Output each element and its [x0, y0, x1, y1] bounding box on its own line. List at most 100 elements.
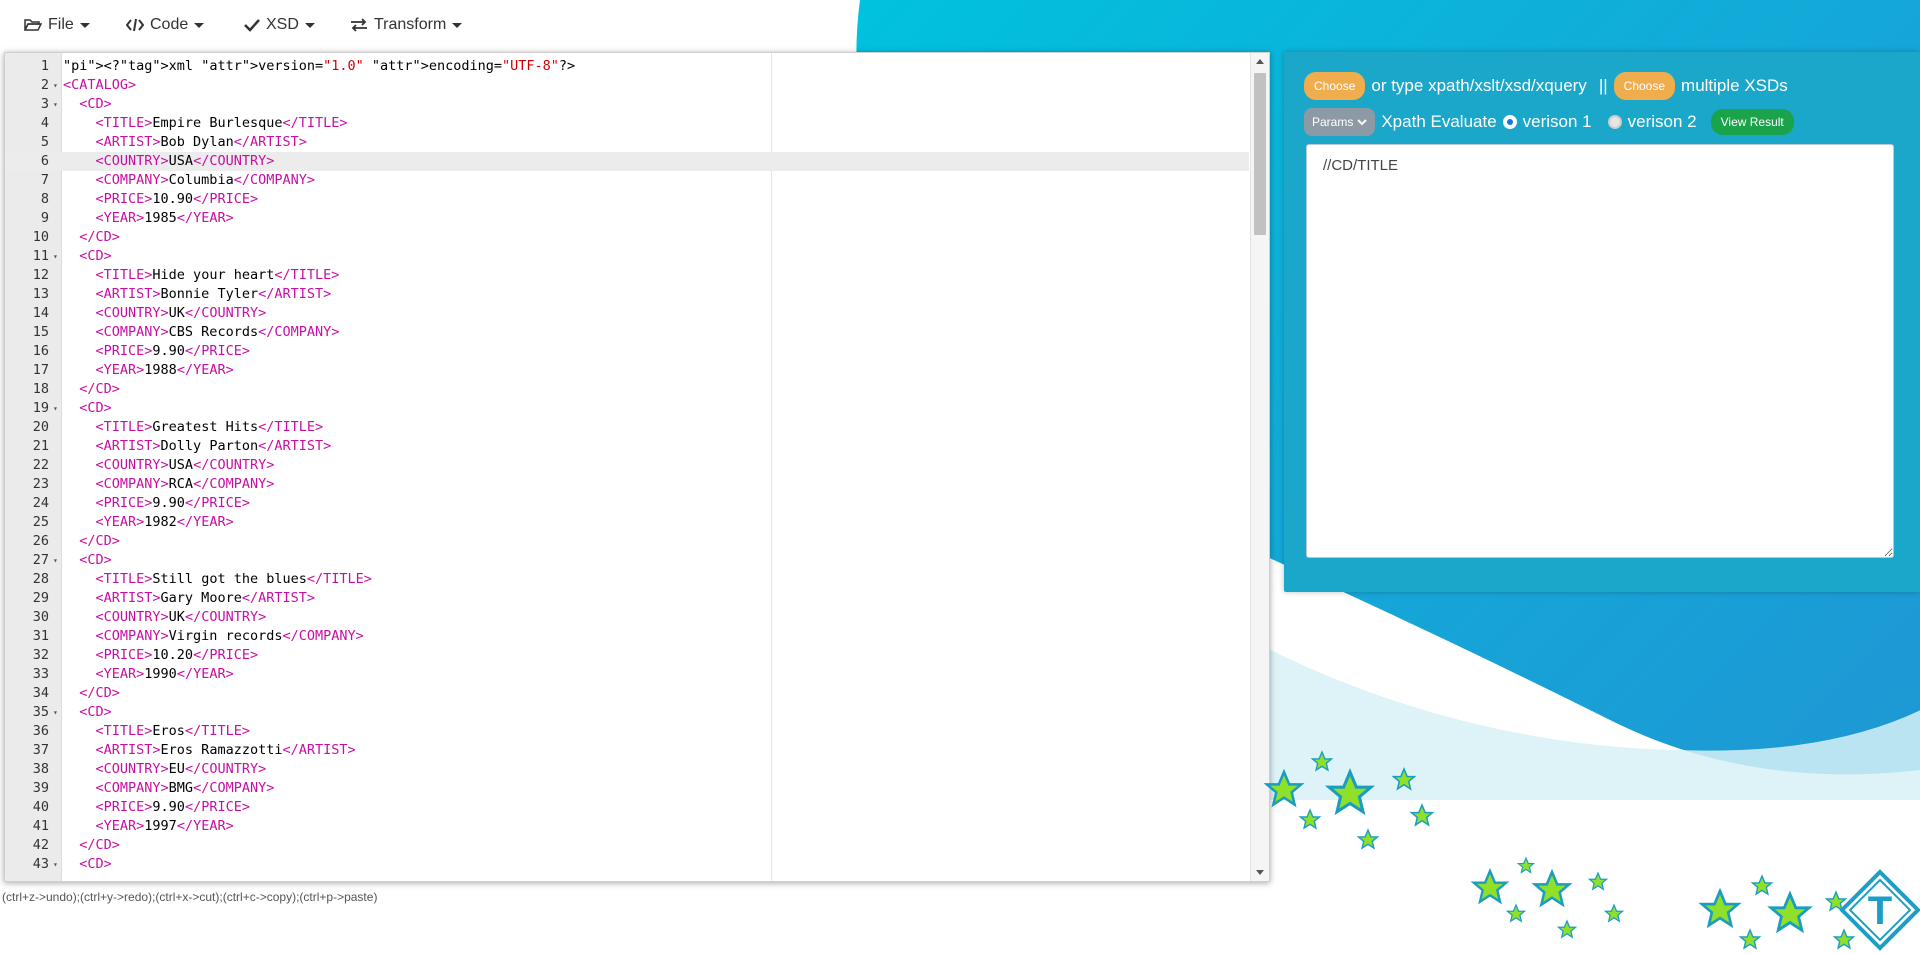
chevron-down-icon	[194, 22, 205, 28]
code-line[interactable]: 17 <YEAR>1988</YEAR>	[5, 361, 1249, 380]
code-line[interactable]: 4 <TITLE>Empire Burlesque</TITLE>	[5, 114, 1249, 133]
code-line[interactable]: 34 </CD>	[5, 684, 1249, 703]
code-line[interactable]: 10 </CD>	[5, 228, 1249, 247]
code-line[interactable]: 25 <YEAR>1982</YEAR>	[5, 513, 1249, 532]
line-number: 20	[32, 419, 49, 435]
code-line[interactable]: 20 <TITLE>Greatest Hits</TITLE>	[5, 418, 1249, 437]
fold-arrow-icon[interactable]: ▾	[53, 76, 58, 95]
query-source-row: Choose or type xpath/xslt/xsd/xquery || …	[1304, 72, 1788, 100]
code-line[interactable]: 42 </CD>	[5, 836, 1249, 855]
code-text: <TITLE>Empire Burlesque</TITLE>	[95, 115, 348, 131]
fold-arrow-icon[interactable]: ▾	[53, 247, 58, 266]
code-line[interactable]: 6 <COUNTRY>USA</COUNTRY>	[5, 152, 1249, 171]
code-line[interactable]: 36 <TITLE>Eros</TITLE>	[5, 722, 1249, 741]
line-number: 42	[32, 837, 49, 853]
star-icon	[1392, 768, 1416, 790]
code-text: "pi"><?"tag">xml "attr">version="1.0" "a…	[63, 58, 576, 74]
code-line[interactable]: 3 ▾ <CD>	[5, 95, 1249, 114]
code-line[interactable]: 43 ▾ <CD>	[5, 855, 1249, 874]
code-line[interactable]: 8 <PRICE>10.90</PRICE>	[5, 190, 1249, 209]
code-line[interactable]: 40 <PRICE>9.90</PRICE>	[5, 798, 1249, 817]
xpath-evaluate-label: Xpath Evaluate	[1381, 112, 1497, 131]
transform-menu[interactable]: Transform	[350, 12, 463, 38]
code-area[interactable]: 1 "pi"><?"tag">xml "attr">version="1.0" "…	[5, 57, 1249, 874]
version1-radio[interactable]	[1502, 115, 1517, 129]
line-number: 4	[40, 115, 49, 131]
version2-radio[interactable]	[1607, 115, 1622, 129]
code-line[interactable]: 27 ▾ <CD>	[5, 551, 1249, 570]
code-text: <COMPANY>Columbia</COMPANY>	[95, 172, 315, 188]
code-line[interactable]: 22 <COUNTRY>USA</COUNTRY>	[5, 456, 1249, 475]
xsd-menu[interactable]: XSD	[244, 12, 315, 38]
fold-arrow-icon[interactable]: ▾	[53, 551, 58, 570]
fold-arrow-icon[interactable]: ▾	[53, 855, 58, 874]
code-line[interactable]: 23 <COMPANY>RCA</COMPANY>	[5, 475, 1249, 494]
file-menu[interactable]: File	[24, 12, 90, 38]
code-line[interactable]: 35 ▾ <CD>	[5, 703, 1249, 722]
scroll-up-icon[interactable]	[1256, 59, 1264, 64]
view-result-button[interactable]: View Result	[1710, 109, 1794, 135]
code-line[interactable]: 31 <COMPANY>Virgin records</COMPANY>	[5, 627, 1249, 646]
code-text: <COUNTRY>UK</COUNTRY>	[95, 609, 267, 625]
line-number: 36	[32, 723, 49, 739]
scrollbar-thumb[interactable]	[1254, 73, 1266, 235]
code-line[interactable]: 11 ▾ <CD>	[5, 247, 1249, 266]
code-line[interactable]: 28 <TITLE>Still got the blues</TITLE>	[5, 570, 1249, 589]
chevron-down-icon	[452, 22, 463, 28]
code-line[interactable]: 38 <COUNTRY>EU</COUNTRY>	[5, 760, 1249, 779]
code-text: </CD>	[79, 229, 120, 245]
fold-arrow-icon[interactable]: ▾	[53, 703, 58, 722]
line-number: 9	[40, 210, 49, 226]
code-text: <TITLE>Greatest Hits</TITLE>	[95, 419, 324, 435]
star-icon	[1265, 770, 1303, 806]
code-line[interactable]: 24 <PRICE>9.90</PRICE>	[5, 494, 1249, 513]
code-line[interactable]: 39 <COMPANY>BMG</COMPANY>	[5, 779, 1249, 798]
star-icon	[1311, 751, 1333, 771]
code-line[interactable]: 32 <PRICE>10.20</PRICE>	[5, 646, 1249, 665]
version2-label: verison 2	[1627, 112, 1697, 131]
code-line[interactable]: 41 <YEAR>1997</YEAR>	[5, 817, 1249, 836]
code-menu[interactable]: Code	[126, 12, 205, 38]
code-line[interactable]: 7 <COMPANY>Columbia</COMPANY>	[5, 171, 1249, 190]
line-number: 34	[32, 685, 49, 701]
code-icon	[126, 18, 144, 32]
code-line[interactable]: 19 ▾ <CD>	[5, 399, 1249, 418]
code-line[interactable]: 15 <COMPANY>CBS Records</COMPANY>	[5, 323, 1249, 342]
code-line[interactable]: 12 <TITLE>Hide your heart</TITLE>	[5, 266, 1249, 285]
code-line[interactable]: 5 <ARTIST>Bob Dylan</ARTIST>	[5, 133, 1249, 152]
choose-multiple-xsds-button[interactable]: Choose	[1613, 72, 1676, 100]
code-text: <COUNTRY>USA</COUNTRY>	[95, 153, 275, 169]
code-line[interactable]: 1 "pi"><?"tag">xml "attr">version="1.0" "…	[5, 57, 1249, 76]
code-text: <PRICE>10.20</PRICE>	[95, 647, 259, 663]
code-line[interactable]: 18 </CD>	[5, 380, 1249, 399]
version1-label: verison 1	[1522, 112, 1592, 131]
code-text: <TITLE>Still got the blues</TITLE>	[95, 571, 372, 587]
code-line[interactable]: 37 <ARTIST>Eros Ramazzotti</ARTIST>	[5, 741, 1249, 760]
star-icon	[1557, 920, 1577, 938]
line-number: 6	[40, 153, 49, 169]
code-text: </CD>	[79, 685, 120, 701]
choose-file-button[interactable]: Choose	[1304, 72, 1366, 100]
site-logo: T	[1839, 869, 1920, 951]
fold-arrow-icon[interactable]: ▾	[53, 399, 58, 418]
code-line[interactable]: 13 <ARTIST>Bonnie Tyler</ARTIST>	[5, 285, 1249, 304]
code-text: <ARTIST>Dolly Parton</ARTIST>	[95, 438, 332, 454]
code-line[interactable]: 9 <YEAR>1985</YEAR>	[5, 209, 1249, 228]
code-line[interactable]: 14 <COUNTRY>UK</COUNTRY>	[5, 304, 1249, 323]
params-dropdown[interactable]: Params	[1304, 108, 1376, 136]
xpath-options-row: Params Xpath Evaluate verison 1 verison …	[1304, 108, 1794, 136]
code-line[interactable]: 30 <COUNTRY>UK</COUNTRY>	[5, 608, 1249, 627]
code-line[interactable]: 33 <YEAR>1990</YEAR>	[5, 665, 1249, 684]
star-icon	[1517, 857, 1535, 874]
code-line[interactable]: 29 <ARTIST>Gary Moore</ARTIST>	[5, 589, 1249, 608]
code-line[interactable]: 16 <PRICE>9.90</PRICE>	[5, 342, 1249, 361]
code-line[interactable]: 26 </CD>	[5, 532, 1249, 551]
code-line[interactable]: 21 <ARTIST>Dolly Parton</ARTIST>	[5, 437, 1249, 456]
query-textarea[interactable]: //CD/TITLE	[1306, 144, 1894, 558]
star-icon	[1472, 869, 1508, 903]
xml-editor[interactable]: 1 "pi"><?"tag">xml "attr">version="1.0" "…	[4, 52, 1270, 882]
line-number: 38	[32, 761, 49, 777]
check-icon	[244, 19, 260, 32]
fold-arrow-icon[interactable]: ▾	[53, 95, 58, 114]
code-line[interactable]: 2 ▾ <CATALOG>	[5, 76, 1249, 95]
